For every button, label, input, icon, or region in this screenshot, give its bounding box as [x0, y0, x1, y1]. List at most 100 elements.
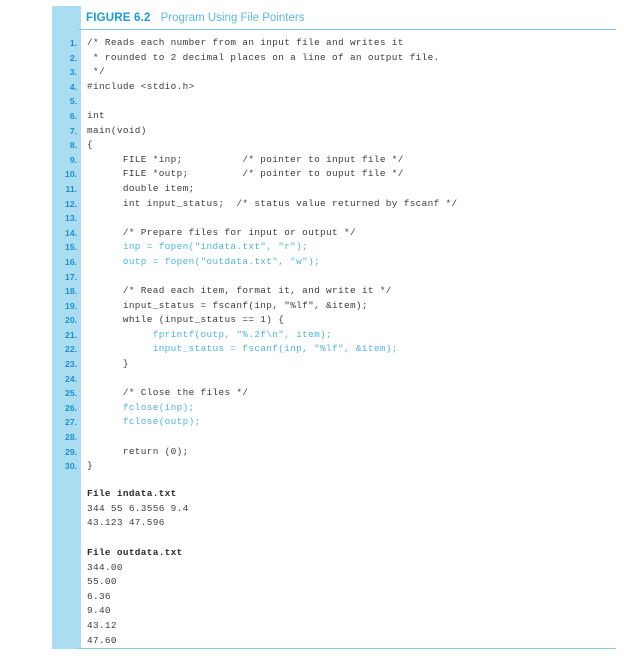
code-line-source: outp = fopen("outdata.txt", "w");: [87, 255, 321, 267]
code-line-number: 10.: [65, 169, 77, 180]
code-line: 16. outp = fopen("outdata.txt", "w");: [52, 255, 616, 270]
code-line-number: 1.: [69, 38, 77, 48]
outdata-file-lines: 344.00 55.00 6.36 9.40 43.12 47.60: [81, 561, 521, 649]
code-line-number: 12.: [65, 198, 77, 209]
indata-file-lines: 344 55 6.3556 9.4 43.123 47.596: [81, 502, 521, 531]
code-line-number: 5.: [69, 96, 77, 107]
code-line-source: }: [87, 460, 93, 472]
code-line: 14. /* Prepare files for input or output…: [52, 226, 616, 241]
code-line: 13.: [52, 211, 616, 226]
code-line: 29. return (0);: [52, 445, 616, 460]
code-line-number: 7.: [69, 125, 77, 136]
code-line-source: inp = fopen("indata.txt", "r");: [87, 241, 309, 253]
code-line-source: */: [87, 66, 105, 78]
file-data-line: 344.00: [87, 561, 123, 573]
code-line-number: 25.: [65, 388, 77, 399]
code-line-source: input_status = fscanf(inp, "%lf", &item)…: [87, 299, 368, 311]
code-line-number: 14.: [65, 227, 77, 238]
file-data-line: 9.40: [87, 605, 111, 617]
code-line: 12. int input_status; /* status value re…: [52, 197, 616, 212]
code-line: 10. FILE *outp; /* pointer to ouput file…: [52, 167, 616, 182]
code-line-number: 9.: [69, 154, 77, 165]
code-line-source: * rounded to 2 decimal places on a line …: [87, 51, 440, 63]
code-line-number: 30.: [65, 461, 77, 472]
code-line-number: 6.: [69, 110, 77, 121]
file-data-line: 43.12: [87, 619, 117, 631]
code-line-number: 21.: [65, 329, 77, 340]
code-line: 1. /* Reads each number from an input fil…: [52, 36, 616, 51]
code-line-number: 17.: [65, 271, 77, 282]
figure-number-label: FIGURE 6.2: [86, 12, 151, 24]
code-line-number: 27.: [65, 417, 77, 428]
code-line: 18. /* Read each item, format it, and wr…: [52, 284, 616, 299]
code-line-source: {: [87, 139, 93, 151]
code-line-number: 24.: [65, 373, 77, 384]
header-divider-rule: [78, 29, 616, 30]
code-listing: 1. /* Reads each number from an input fil…: [52, 36, 616, 474]
code-line-number: 4.: [69, 81, 77, 92]
code-line-number: 23.: [65, 359, 77, 370]
indata-file-title: File indata.txt: [87, 488, 177, 499]
code-line: 21. fprintf(outp, "%.2f\n", item);: [52, 328, 616, 343]
code-line: 30.}: [52, 459, 616, 474]
code-line: 8. {: [52, 138, 616, 153]
code-line: 27. fclose(outp);: [52, 415, 616, 430]
figure-container: FIGURE 6.2 Program Using File Pointers 1.…: [0, 0, 624, 662]
outdata-file-block: File outdata.txt 344.00 55.00 6.36 9.40 43.1…: [81, 546, 521, 648]
code-line: 28.: [52, 430, 616, 445]
file-data-line: 43.123 47.596: [87, 517, 165, 529]
code-line-source: /* Read each item, format it, and write …: [87, 285, 392, 297]
code-line: 26. fclose(inp);: [52, 401, 616, 416]
code-line: 15. inp = fopen("indata.txt", "r");: [52, 240, 616, 255]
code-line-number: 22.: [65, 344, 77, 355]
code-line: 17.: [52, 270, 616, 285]
code-line-source: while (input_status == 1) {: [87, 314, 285, 326]
code-line-source: FILE *outp; /* pointer to ouput file */: [87, 168, 404, 180]
code-line-source: return (0);: [87, 445, 189, 457]
code-line-source: int: [87, 109, 105, 121]
code-line-source: #include <stdio.h>: [87, 80, 195, 92]
code-line: 2. * rounded to 2 decimal places on a li…: [52, 51, 616, 66]
code-line-number: 8.: [69, 140, 77, 151]
code-line-number: 29.: [65, 446, 77, 457]
code-line: 7. main(void): [52, 124, 616, 139]
file-data-line: 47.60: [87, 634, 117, 646]
code-line-source: main(void): [87, 124, 147, 136]
figure-header: FIGURE 6.2 Program Using File Pointers: [86, 8, 616, 26]
code-line: 5.: [52, 94, 616, 109]
code-line: 3. */: [52, 65, 616, 80]
code-line-source: fclose(outp);: [87, 416, 201, 428]
code-line-source: input_status = fscanf(inp, "%lf", &item)…: [87, 343, 398, 355]
figure-caption-text: Program Using File Pointers: [160, 12, 305, 24]
file-data-line: 55.00: [87, 576, 117, 588]
code-line-number: 3.: [69, 67, 77, 78]
indata-file-block: File indata.txt 344 55 6.3556 9.4 43.123 …: [81, 487, 521, 531]
code-line-source: /* Prepare files for input or output */: [87, 226, 356, 238]
code-line-source: FILE *inp; /* pointer to input file */: [87, 153, 404, 165]
code-line-number: 15.: [65, 242, 77, 253]
code-line-number: 2.: [69, 52, 77, 63]
code-line: 6. int: [52, 109, 616, 124]
code-line-source: /* Close the files */: [87, 387, 249, 399]
code-line-source: int input_status; /* status value return…: [87, 197, 458, 209]
code-line-number: 26.: [65, 402, 77, 413]
code-line-number: 13.: [65, 213, 77, 224]
code-line-source: /* Reads each number from an input file …: [87, 37, 404, 48]
code-line-source: }: [87, 358, 129, 370]
file-data-line: 6.36: [87, 590, 111, 602]
code-line-source: fclose(inp);: [87, 401, 195, 413]
code-line: 20. while (input_status == 1) {: [52, 313, 616, 328]
code-line: 19. input_status = fscanf(inp, "%lf", &i…: [52, 299, 616, 314]
code-line: 22. input_status = fscanf(inp, "%lf", &i…: [52, 342, 616, 357]
code-line-number: 16.: [65, 256, 77, 267]
footer-divider-rule: [78, 648, 616, 649]
code-line: 23. }: [52, 357, 616, 372]
code-line: 24.: [52, 372, 616, 387]
code-line-number: 19.: [65, 300, 77, 311]
code-line: 4. #include <stdio.h>: [52, 80, 616, 95]
outdata-file-title: File outdata.txt: [87, 547, 183, 558]
code-line-source: fprintf(outp, "%.2f\n", item);: [87, 328, 333, 340]
code-line-number: 20.: [65, 315, 77, 326]
code-line-number: 11.: [65, 183, 77, 194]
code-line-number: 18.: [65, 286, 77, 297]
